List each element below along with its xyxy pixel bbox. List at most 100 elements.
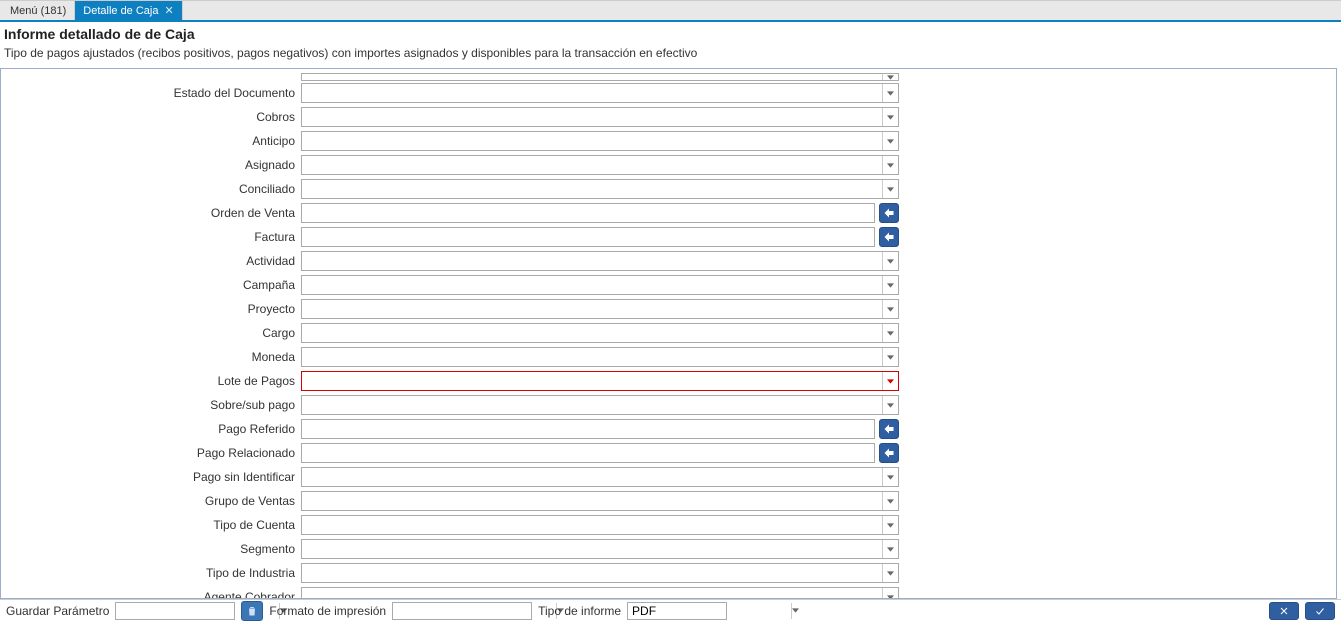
input-actividad[interactable]	[302, 252, 882, 270]
chevron-down-icon[interactable]	[882, 540, 898, 558]
combo-guardar-parametro[interactable]	[115, 602, 235, 620]
combo-tipo-informe[interactable]	[627, 602, 727, 620]
input-campana[interactable]	[302, 276, 882, 294]
form-scroll-area[interactable]: Estado del Documento Cobros	[0, 68, 1337, 599]
label-guardar-parametro: Guardar Parámetro	[6, 604, 109, 618]
input-pago-sin-identificar[interactable]	[302, 468, 882, 486]
field-row-sobre-sub-pago: Sobre/sub pago	[1, 393, 1336, 417]
text-factura[interactable]	[301, 227, 875, 247]
tab-menu[interactable]: Menú (181)	[2, 1, 75, 20]
input-pago-referido[interactable]	[302, 420, 874, 438]
chevron-down-icon[interactable]	[882, 156, 898, 174]
combo-lote-pagos[interactable]	[301, 371, 899, 391]
combo-cobros[interactable]	[301, 107, 899, 127]
chevron-down-icon[interactable]	[882, 348, 898, 366]
label-cargo: Cargo	[1, 326, 301, 340]
input-estado-documento[interactable]	[302, 84, 882, 102]
confirm-button[interactable]	[1305, 602, 1335, 620]
lookup-button-factura[interactable]	[879, 227, 899, 247]
chevron-down-icon[interactable]	[882, 300, 898, 318]
input-proyecto[interactable]	[302, 300, 882, 318]
text-orden-venta[interactable]	[301, 203, 875, 223]
combo-conciliado[interactable]	[301, 179, 899, 199]
input-asignado[interactable]	[302, 156, 882, 174]
combo-agente-cobrador[interactable]	[301, 587, 899, 599]
label-factura: Factura	[1, 230, 301, 244]
label-proyecto: Proyecto	[1, 302, 301, 316]
chevron-down-icon[interactable]	[882, 108, 898, 126]
lookup-button-pago-relacionado[interactable]	[879, 443, 899, 463]
chevron-down-icon[interactable]	[882, 468, 898, 486]
combo-campana[interactable]	[301, 275, 899, 295]
chevron-down-icon[interactable]	[882, 588, 898, 599]
bottom-toolbar: Guardar Parámetro Formato de impresión T…	[0, 599, 1341, 622]
input-lote-pagos[interactable]	[302, 372, 882, 390]
tab-detalle-caja[interactable]: Detalle de Caja ✕	[75, 1, 182, 20]
field-row-grupo-ventas: Grupo de Ventas	[1, 489, 1336, 513]
chevron-down-icon[interactable]	[882, 324, 898, 342]
combo-actividad[interactable]	[301, 251, 899, 271]
tab-detalle-caja-label: Detalle de Caja	[83, 5, 158, 17]
input-grupo-ventas[interactable]	[302, 492, 882, 510]
input-tipo-informe[interactable]	[628, 603, 791, 619]
input-agente-cobrador[interactable]	[302, 588, 882, 599]
combo-estado-documento[interactable]	[301, 83, 899, 103]
chevron-down-icon[interactable]	[882, 252, 898, 270]
page-header: Informe detallado de de Caja Tipo de pag…	[0, 22, 1341, 68]
label-agente-cobrador: Agente Cobrador	[1, 590, 301, 599]
input-cargo[interactable]	[302, 324, 882, 342]
input-cobros[interactable]	[302, 108, 882, 126]
chevron-down-icon[interactable]	[882, 84, 898, 102]
field-row-actividad: Actividad	[1, 249, 1336, 273]
input-moneda[interactable]	[302, 348, 882, 366]
chevron-down-icon[interactable]	[882, 74, 898, 80]
chevron-down-icon[interactable]	[882, 180, 898, 198]
cancel-button[interactable]	[1269, 602, 1299, 620]
combo-proyecto[interactable]	[301, 299, 899, 319]
label-estado-documento: Estado del Documento	[1, 86, 301, 100]
lookup-button-orden-venta[interactable]	[879, 203, 899, 223]
combo-tipo-industria[interactable]	[301, 563, 899, 583]
combo-tipo-documento[interactable]	[301, 73, 899, 81]
chevron-down-icon[interactable]	[882, 396, 898, 414]
text-pago-relacionado[interactable]	[301, 443, 875, 463]
input-formato-impresion[interactable]	[393, 603, 556, 619]
combo-moneda[interactable]	[301, 347, 899, 367]
input-tipo-cuenta[interactable]	[302, 516, 882, 534]
lookup-button-pago-referido[interactable]	[879, 419, 899, 439]
combo-anticipo[interactable]	[301, 131, 899, 151]
combo-segmento[interactable]	[301, 539, 899, 559]
chevron-down-icon[interactable]	[882, 132, 898, 150]
label-tipo-informe: Tipo de informe	[538, 604, 621, 618]
input-pago-relacionado[interactable]	[302, 444, 874, 462]
chevron-down-icon[interactable]	[882, 276, 898, 294]
combo-tipo-cuenta[interactable]	[301, 515, 899, 535]
chevron-down-icon[interactable]	[791, 603, 799, 619]
combo-sobre-sub-pago[interactable]	[301, 395, 899, 415]
input-segmento[interactable]	[302, 540, 882, 558]
input-sobre-sub-pago[interactable]	[302, 396, 882, 414]
input-tipo-documento[interactable]	[302, 74, 882, 80]
delete-button[interactable]	[241, 601, 263, 621]
text-pago-referido[interactable]	[301, 419, 875, 439]
zoom-icon	[883, 231, 895, 243]
label-orden-venta: Orden de Venta	[1, 206, 301, 220]
chevron-down-icon[interactable]	[882, 516, 898, 534]
combo-asignado[interactable]	[301, 155, 899, 175]
label-asignado: Asignado	[1, 158, 301, 172]
input-tipo-industria[interactable]	[302, 564, 882, 582]
chevron-down-icon[interactable]	[882, 492, 898, 510]
chevron-down-icon[interactable]	[882, 564, 898, 582]
input-factura[interactable]	[302, 228, 874, 246]
combo-grupo-ventas[interactable]	[301, 491, 899, 511]
combo-cargo[interactable]	[301, 323, 899, 343]
zoom-icon	[883, 207, 895, 219]
label-segmento: Segmento	[1, 542, 301, 556]
combo-formato-impresion[interactable]	[392, 602, 532, 620]
input-anticipo[interactable]	[302, 132, 882, 150]
input-orden-venta[interactable]	[302, 204, 874, 222]
input-conciliado[interactable]	[302, 180, 882, 198]
close-icon[interactable]: ✕	[164, 4, 173, 17]
chevron-down-icon[interactable]	[882, 372, 898, 390]
combo-pago-sin-identificar[interactable]	[301, 467, 899, 487]
